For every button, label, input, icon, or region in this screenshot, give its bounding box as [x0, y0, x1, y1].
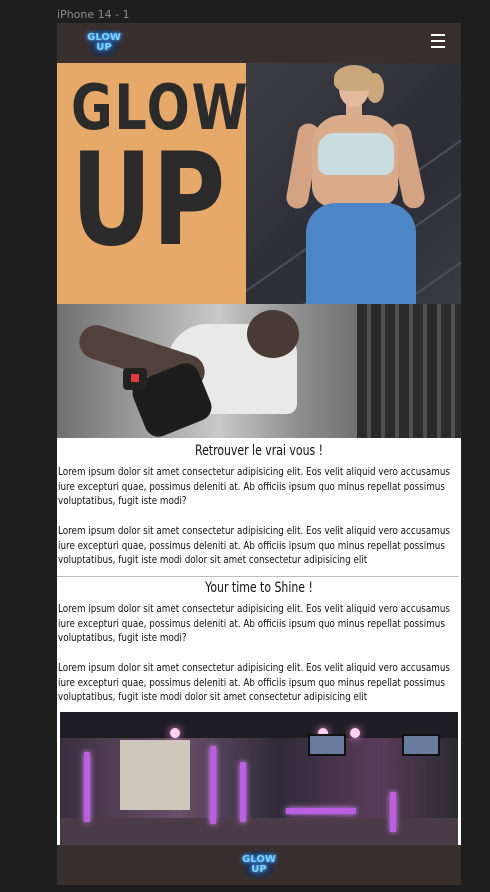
phone-frame: GLOW UP GLOW UP Retrouver le vrai vous !…	[57, 23, 461, 885]
lifter-head	[247, 310, 299, 358]
section-paragraph: Lorem ipsum dolor sit amet consectetur a…	[58, 524, 450, 566]
section-divider	[57, 576, 459, 577]
logo-line2: UP	[251, 864, 267, 875]
wall-mural	[120, 740, 190, 810]
gym-floor	[60, 818, 458, 845]
header-bar: GLOW UP	[57, 23, 461, 63]
wall-screen	[402, 734, 440, 756]
logo-line2: UP	[96, 42, 112, 53]
hamburger-line	[431, 34, 445, 36]
gym-ceiling	[60, 712, 458, 738]
hamburger-line	[431, 40, 445, 42]
ceiling-light	[170, 728, 180, 738]
gym-machine	[390, 792, 396, 832]
wristband	[123, 368, 147, 390]
athlete-leggings	[306, 203, 416, 304]
athlete-sports-bra	[318, 133, 394, 175]
header-logo[interactable]: GLOW UP	[84, 29, 124, 57]
gym-interior-image	[60, 712, 458, 845]
section-paragraph: Lorem ipsum dolor sit amet consectetur a…	[58, 661, 450, 703]
section-title: Retrouver le vrai vous !	[194, 443, 324, 459]
hero-title-line2: UP	[71, 126, 226, 275]
footer-logo[interactable]: GLOW UP	[239, 851, 279, 879]
hero-athlete-image	[246, 63, 461, 304]
gym-machine	[210, 746, 216, 824]
ceiling-light	[350, 728, 360, 738]
hero-brand-panel: GLOW UP	[57, 63, 248, 304]
footer-bar: GLOW UP	[57, 845, 461, 885]
frame-label: iPhone 14 - 1	[57, 8, 130, 21]
gym-machine	[84, 752, 90, 822]
section-paragraph: Lorem ipsum dolor sit amet consectetur a…	[58, 465, 450, 507]
dumbbell-rack	[357, 304, 461, 438]
weightlifter-image	[57, 304, 461, 438]
gym-machine	[286, 808, 356, 814]
hamburger-icon[interactable]	[431, 34, 445, 48]
athlete-hair	[334, 65, 374, 91]
hero-banner: GLOW UP	[57, 63, 461, 304]
section-paragraph: Lorem ipsum dolor sit amet consectetur a…	[58, 602, 450, 644]
hamburger-line	[431, 46, 445, 48]
wall-screen	[308, 734, 346, 756]
gym-machine	[240, 762, 246, 822]
section-title: Your time to Shine !	[205, 580, 313, 596]
